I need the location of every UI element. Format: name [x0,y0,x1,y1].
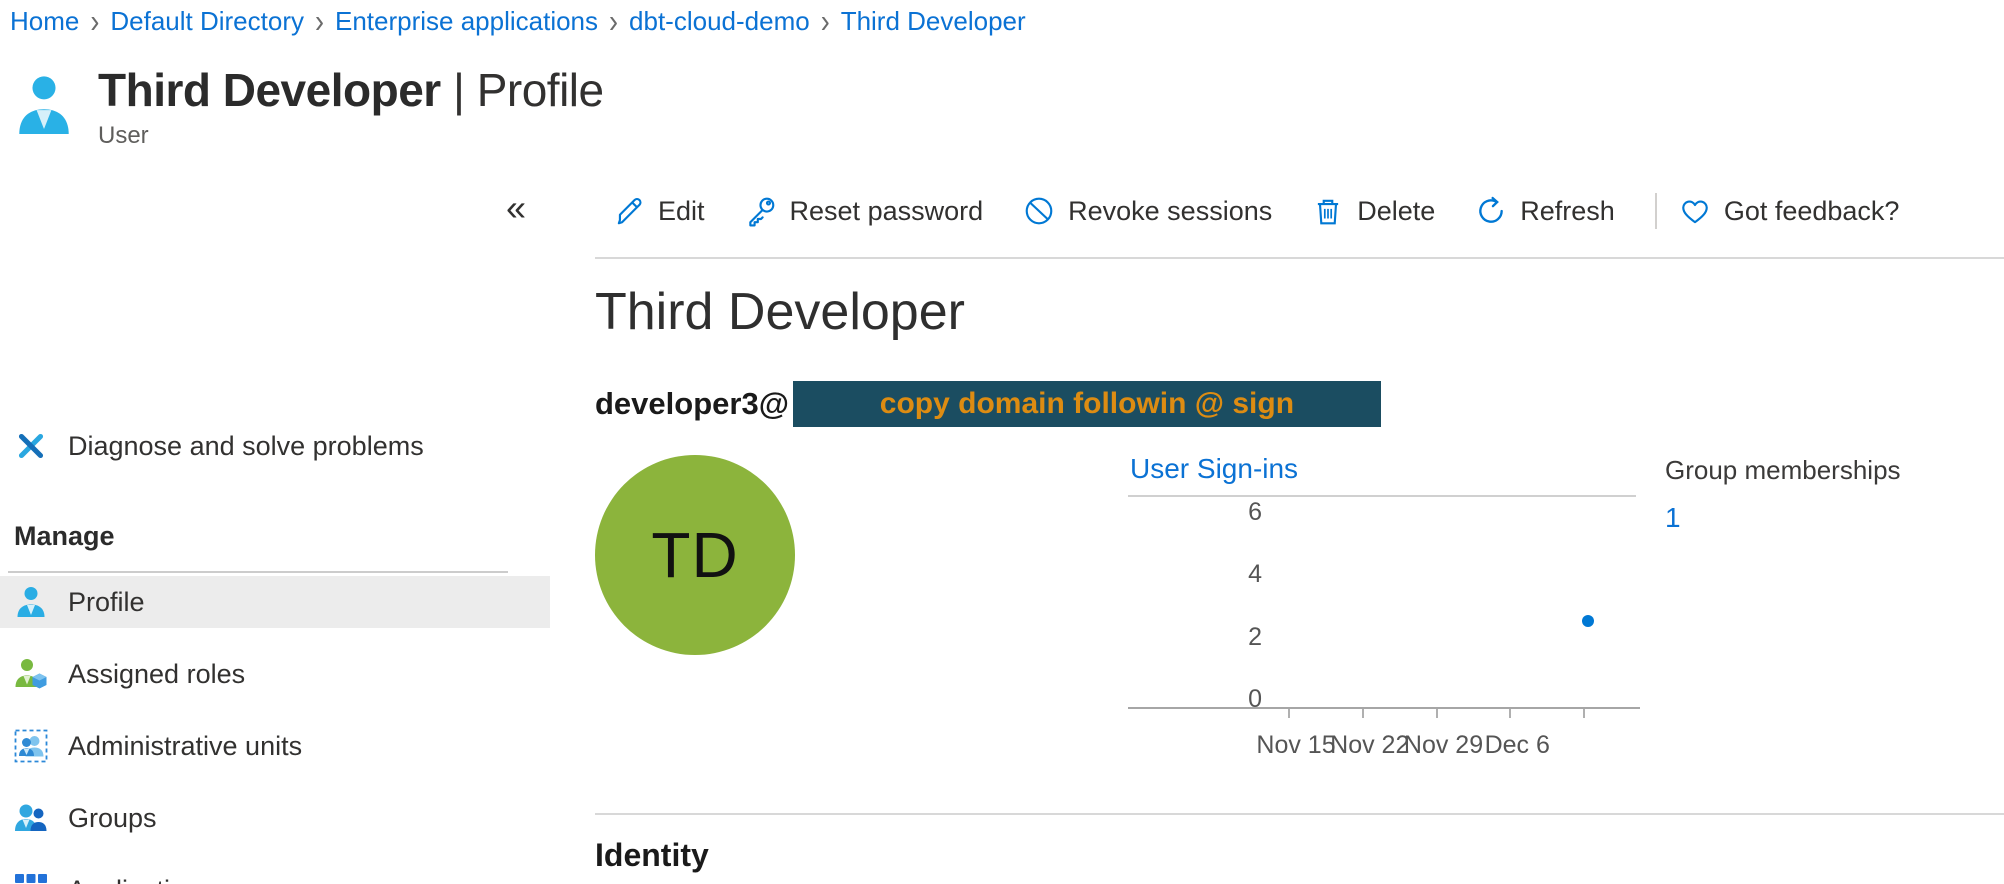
group-memberships-label: Group memberships [1665,455,1901,486]
reset-password-button-label: Reset password [790,196,984,227]
chart-x-axis [1128,707,1640,709]
sidebar-item-label: Administrative units [68,731,302,762]
person-icon [14,585,48,619]
sidebar-item-groups[interactable]: Groups [0,792,550,844]
azure-user-profile-page: Home › Default Directory › Enterprise ap… [0,0,2004,884]
got-feedback-button-label: Got feedback? [1724,196,1900,227]
chart-y-label: 2 [1222,623,1262,651]
wrench-screwdriver-icon [14,429,48,463]
user-signins-chart: User Sign-ins 6420Nov 15Nov 22Nov 29Dec … [1128,453,1640,783]
chart-x-tick [1583,709,1585,718]
toolbar: Edit Reset password Revoke sessions [613,187,1939,235]
sidebar-item-diagnose-and-solve-problems[interactable]: Diagnose and solve problems [0,420,550,472]
breadcrumb-separator-icon: › [609,0,618,42]
breadcrumb-separator-icon: › [315,0,324,42]
sidebar-item-profile[interactable]: Profile [0,576,550,628]
breadcrumb-third-developer[interactable]: Third Developer [841,4,1026,38]
sidebar-item-label: Groups [68,803,157,834]
chart-x-tick [1509,709,1511,718]
people-group-icon [14,801,48,835]
breadcrumb-home[interactable]: Home [10,4,79,38]
chart-y-label: 4 [1222,560,1262,588]
got-feedback-button[interactable]: Got feedback? [1679,195,1900,227]
revoke-sessions-button[interactable]: Revoke sessions [1023,195,1272,227]
chart-x-tick [1288,709,1290,718]
page-subtitle: User [98,122,604,150]
identity-section-heading: Identity [595,837,709,874]
key-icon [745,195,777,227]
chart-title-underline [1128,495,1636,497]
breadcrumb-dbt-cloud-demo[interactable]: dbt-cloud-demo [629,4,810,38]
sidebar-collapse-button[interactable]: « [506,190,526,226]
chart-y-label: 6 [1222,498,1262,526]
edit-button-label: Edit [658,196,705,227]
sidebar-item-label: Diagnose and solve problems [68,431,424,462]
admin-units-icon [14,729,48,763]
revoke-sessions-button-label: Revoke sessions [1068,196,1272,227]
sidebar: « Diagnose and solve problems Manage Pro… [0,180,550,884]
sidebar-divider [8,571,508,573]
group-memberships: Group memberships 1 [1665,455,1901,534]
delete-button-label: Delete [1357,196,1435,227]
page-header: Third Developer | Profile User [16,62,604,150]
sidebar-section-manage: Manage [14,521,115,552]
section-divider [595,813,2004,815]
breadcrumb-separator-icon: › [90,0,99,42]
delete-button[interactable]: Delete [1312,195,1435,227]
breadcrumb-default-directory[interactable]: Default Directory [110,4,304,38]
page-title: Third Developer | Profile [98,62,604,118]
block-icon [1023,195,1055,227]
toolbar-underline [595,257,2004,259]
heart-icon [1679,195,1711,227]
breadcrumb: Home › Default Directory › Enterprise ap… [10,4,1026,38]
pencil-icon [613,195,645,227]
person-role-cube-icon [14,657,48,691]
sidebar-item-applications[interactable]: Applications [0,864,550,884]
sidebar-item-label: Profile [68,587,145,618]
trash-icon [1312,195,1344,227]
sidebar-item-label: Assigned roles [68,659,245,690]
refresh-icon [1475,195,1507,227]
sidebar-item-label: Applications [68,875,214,884]
sidebar-item-assigned-roles[interactable]: Assigned roles [0,648,550,700]
user-principal-name: developer3@ copy domain followin @ sign [595,381,1381,427]
refresh-button[interactable]: Refresh [1475,195,1615,227]
user-person-icon [16,74,72,138]
profile-name-heading: Third Developer [595,281,965,343]
refresh-button-label: Refresh [1520,196,1615,227]
app-grid-icon [14,873,48,884]
avatar: TD [595,455,795,655]
chart-x-tick [1436,709,1438,718]
chart-title-link[interactable]: User Sign-ins [1130,453,1298,485]
chart-x-label: Dec 6 [1462,731,1572,760]
avatar-initials: TD [651,518,738,592]
chart-y-label: 0 [1222,685,1262,713]
domain-redaction-overlay: copy domain followin @ sign [793,381,1381,427]
main-content: Edit Reset password Revoke sessions [595,185,2004,884]
chart-data-point [1582,615,1594,627]
breadcrumb-enterprise-applications[interactable]: Enterprise applications [335,4,598,38]
breadcrumb-separator-icon: › [821,0,830,42]
chart-x-tick [1362,709,1364,718]
sidebar-item-administrative-units[interactable]: Administrative units [0,720,550,772]
edit-button[interactable]: Edit [613,195,705,227]
reset-password-button[interactable]: Reset password [745,195,984,227]
group-memberships-count-link[interactable]: 1 [1665,502,1681,534]
toolbar-divider [1655,193,1657,229]
email-prefix: developer3@ [595,386,789,422]
